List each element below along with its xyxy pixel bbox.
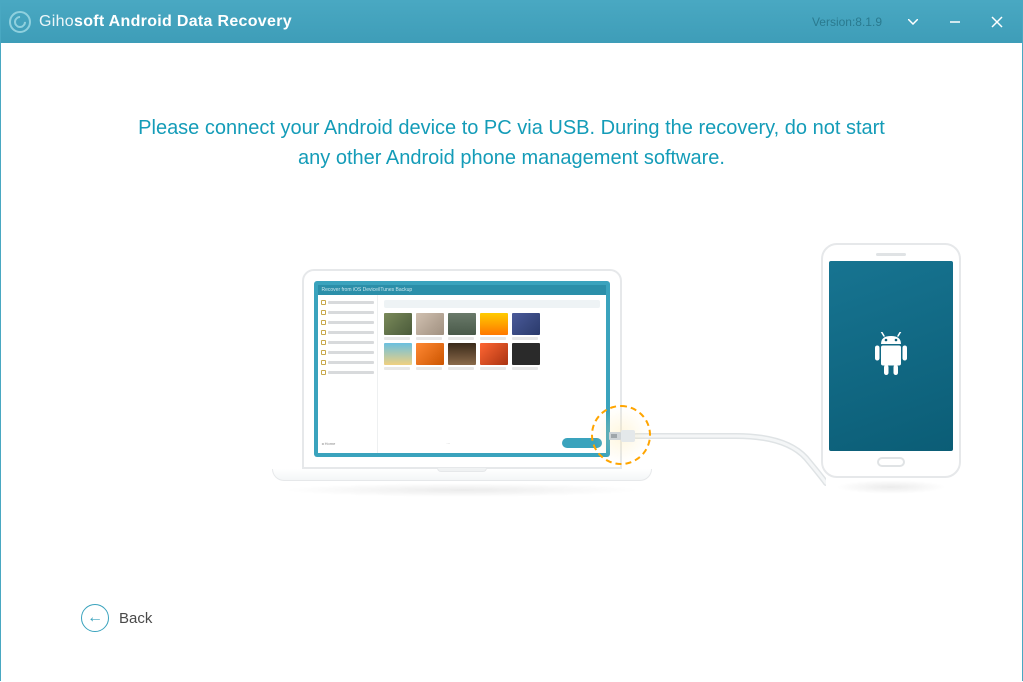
main-content: Please connect your Android device to PC… xyxy=(1,43,1022,682)
laptop-inner-title: Recover from iOS Device/iTunes Backup xyxy=(318,285,606,295)
app-title: Gihosoft Android Data Recovery xyxy=(39,13,292,31)
arrow-left-icon: ← xyxy=(87,609,103,627)
instruction-text: Please connect your Android device to PC… xyxy=(81,113,942,173)
close-icon xyxy=(991,16,1003,28)
window-controls xyxy=(892,1,1018,43)
usb-plug-icon xyxy=(609,429,635,443)
back-button[interactable]: ← Back xyxy=(81,604,152,632)
titlebar: Gihosoft Android Data Recovery Version:8… xyxy=(1,1,1022,43)
chevron-down-icon xyxy=(908,19,918,25)
dropdown-button[interactable] xyxy=(892,1,934,43)
app-logo-icon xyxy=(9,11,31,33)
version-label: Version:8.1.9 xyxy=(812,15,882,29)
minimize-button[interactable] xyxy=(934,1,976,43)
android-robot-icon xyxy=(871,332,911,380)
minimize-icon xyxy=(949,16,961,28)
back-label: Back xyxy=(119,610,152,627)
phone-graphic xyxy=(821,243,961,478)
close-button[interactable] xyxy=(976,1,1018,43)
connection-illustration: Recover from iOS Device/iTunes Backup xyxy=(81,233,942,533)
